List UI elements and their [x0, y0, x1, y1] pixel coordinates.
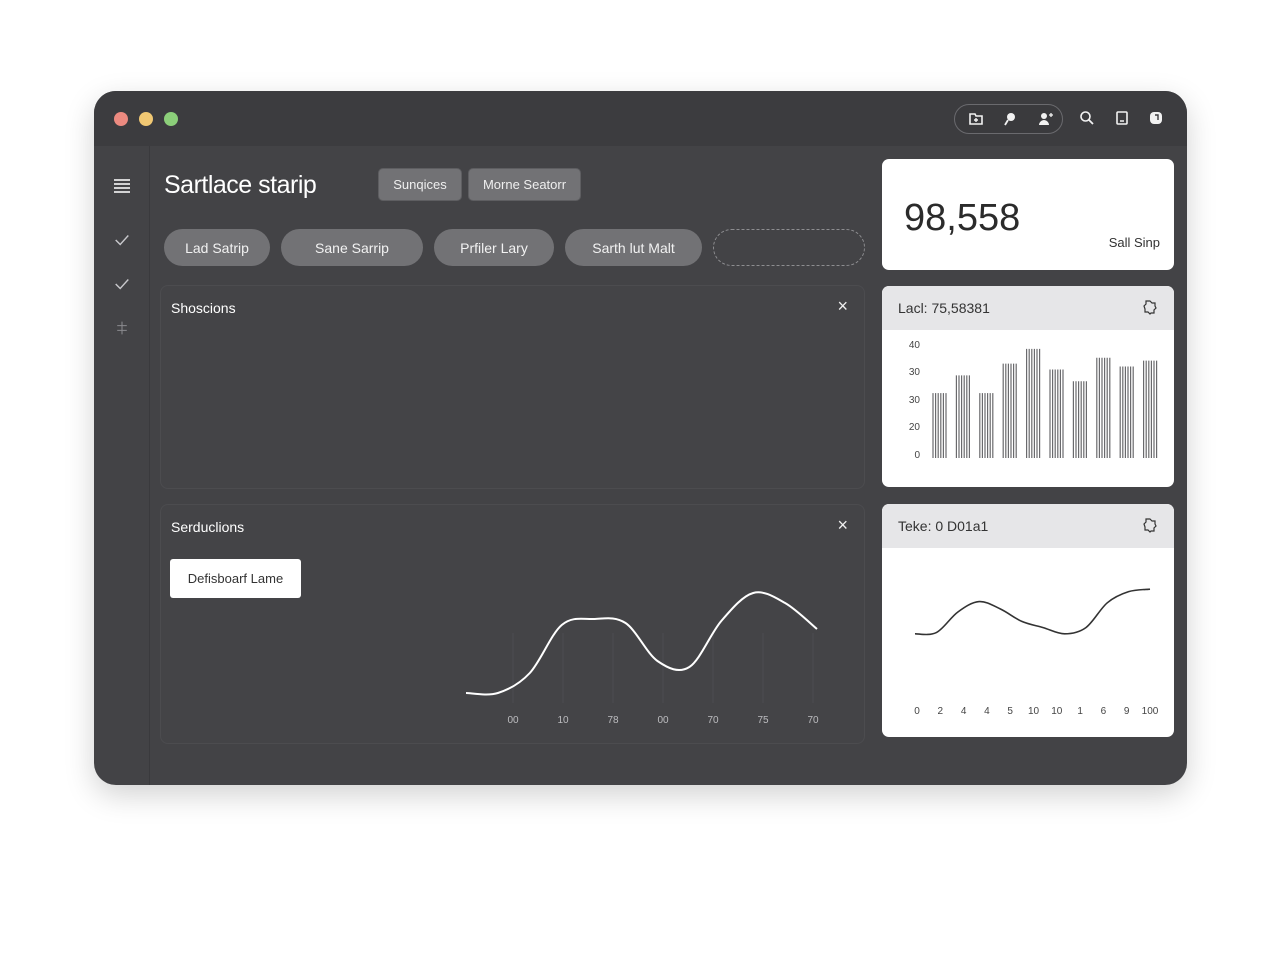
bar	[1049, 369, 1064, 458]
x-tick-label: 9	[1124, 706, 1130, 717]
bar	[1002, 363, 1018, 458]
bar	[978, 393, 994, 458]
x-tick-label: 10	[1028, 706, 1040, 717]
page-title: Sartlace starip	[164, 171, 317, 199]
folder-icon[interactable]	[965, 108, 987, 130]
maximize-window-button[interactable]	[164, 112, 178, 126]
settings-icon[interactable]	[1142, 517, 1158, 533]
close-icon[interactable]: ×	[837, 515, 848, 536]
bar	[1142, 360, 1158, 458]
check-icon[interactable]	[110, 272, 134, 296]
x-tick-label: 0	[914, 706, 920, 717]
x-tick-label: 10	[557, 715, 569, 725]
card-header-text: Lacl: 75,58381	[898, 300, 990, 316]
menu-icon[interactable]	[110, 174, 134, 198]
x-tick-label: 70	[707, 715, 719, 725]
filter-pill[interactable]: Lad Satrip	[164, 229, 270, 266]
line-chart-card: Teke: 0 D01a1 0 2 4 4 5 10 10 1 6 9 100	[882, 504, 1174, 737]
bottom-panel: Serduclions × 00 10 78 00 70 75 70	[160, 504, 865, 744]
bar	[1072, 381, 1088, 458]
notification-icon[interactable]	[1145, 107, 1167, 129]
y-tick-label: 30	[909, 395, 921, 406]
card-header: Teke: 0 D01a1	[882, 504, 1174, 548]
card-header-text: Teke: 0 D01a1	[898, 518, 989, 534]
line-chart: 0 2 4 4 5 10 10 1 6 9 100	[914, 588, 1159, 717]
x-tick-label: 78	[607, 715, 619, 725]
x-tick-label: 10	[1051, 706, 1063, 717]
y-tick-label: 20	[909, 422, 921, 433]
toolbar-button-1[interactable]: Sunqices	[378, 168, 462, 201]
bar	[1119, 366, 1135, 458]
panel-title: Shoscions	[171, 300, 236, 316]
split-icon[interactable]	[110, 316, 134, 340]
bookmark-icon[interactable]	[1111, 107, 1133, 129]
bar-chart: 40 30 30 20 0	[909, 340, 1158, 461]
filter-pill[interactable]: Sane Sarrip	[281, 229, 423, 266]
chat-icon[interactable]	[999, 108, 1021, 130]
x-tick-label: 4	[961, 706, 967, 717]
app-window: Sartlace starip Sunqices Morne Seatorr L…	[94, 91, 1187, 785]
settings-icon[interactable]	[1142, 299, 1158, 315]
line-chart: 00 10 78 00 70 75 70	[465, 591, 819, 725]
close-window-button[interactable]	[114, 112, 128, 126]
y-tick-label: 0	[914, 450, 920, 461]
series-line	[465, 591, 818, 696]
x-tick-label: 1	[1077, 706, 1083, 717]
x-tick-label: 75	[757, 715, 769, 725]
x-tick-label: 5	[1007, 706, 1013, 717]
x-tick-label: 6	[1101, 706, 1107, 717]
minimize-window-button[interactable]	[139, 112, 153, 126]
dashboard-button[interactable]: Defisboarf Lame	[170, 559, 301, 598]
x-tick-label: 00	[507, 715, 519, 725]
close-icon[interactable]: ×	[837, 296, 848, 317]
check-icon[interactable]	[110, 228, 134, 252]
title-bar	[94, 91, 1187, 146]
empty-filter-slot[interactable]	[713, 229, 865, 266]
bar-chart-card: Lacl: 75,58381 40 30 30 20 0	[882, 286, 1174, 487]
x-tick-label: 00	[657, 715, 669, 725]
sidebar	[94, 146, 150, 785]
x-tick-label: 100	[1142, 706, 1159, 717]
filter-pill[interactable]: Sarth lut Malt	[565, 229, 702, 266]
bar	[932, 393, 947, 458]
x-tick-label: 2	[938, 706, 944, 717]
filter-pill[interactable]: Prfiler Lary	[434, 229, 554, 266]
kpi-value: 98,558	[904, 197, 1021, 239]
x-tick-label: 4	[984, 706, 990, 717]
toolbar-icon-group	[954, 104, 1063, 134]
bar	[955, 375, 971, 458]
toolbar-button-2[interactable]: Morne Seatorr	[468, 168, 581, 201]
card-header: Lacl: 75,58381	[882, 286, 1174, 330]
series-line	[914, 588, 1151, 636]
x-tick-label: 70	[807, 715, 819, 725]
y-tick-label: 30	[909, 367, 921, 378]
bar	[1025, 348, 1041, 458]
panel-title: Serduclions	[171, 519, 245, 535]
kpi-label: Sall Sinp	[1108, 235, 1160, 250]
user-add-icon[interactable]	[1034, 108, 1056, 130]
y-tick-label: 40	[909, 340, 921, 351]
kpi-card: 98,558 Sall Sinp	[882, 159, 1174, 270]
bar	[1095, 357, 1111, 458]
top-panel: Shoscions ×	[160, 285, 865, 489]
search-icon[interactable]	[1076, 107, 1098, 129]
